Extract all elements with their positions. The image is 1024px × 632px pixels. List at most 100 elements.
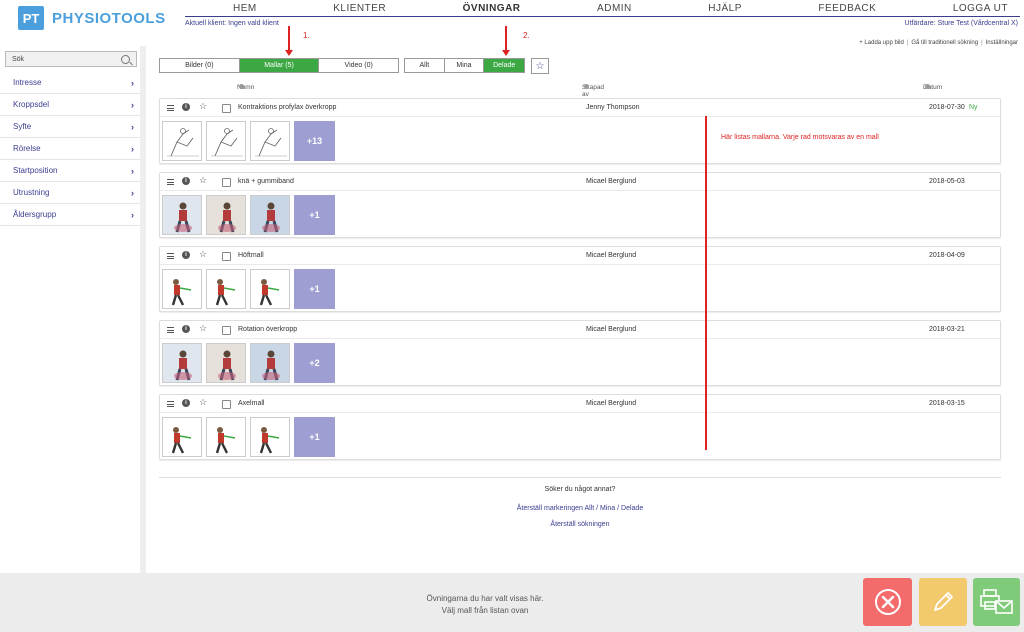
more-exercises-tile[interactable]: +1 — [294, 269, 335, 309]
filter-syfte[interactable]: Syfte › — [0, 116, 140, 138]
exercise-thumbnail[interactable] — [206, 121, 246, 161]
annotation-note: Här listas mallarna. Varje rad motsvaras… — [721, 134, 879, 141]
nav-admin[interactable]: ADMIN — [597, 3, 632, 14]
template-checkbox[interactable] — [222, 400, 231, 409]
upload-image-link[interactable]: + Ladda upp bild — [859, 40, 904, 46]
reset-search-link[interactable]: Återställ sökningen — [159, 521, 1001, 528]
exercise-thumbnail[interactable] — [250, 269, 290, 309]
info-icon[interactable]: i — [182, 325, 190, 333]
more-exercises-tile[interactable]: +1 — [294, 417, 335, 457]
favorite-star-icon[interactable]: ☆ — [199, 101, 207, 112]
favorite-star-icon[interactable]: ☆ — [199, 397, 207, 408]
search-input[interactable]: Sök — [5, 51, 137, 67]
menu-icon[interactable] — [167, 327, 174, 333]
sort-icon — [239, 84, 244, 89]
traditional-search-link[interactable]: Gå till traditionell sökning — [911, 40, 978, 46]
reset-filter-link[interactable]: Återställ markeringen Allt / Mina / Dela… — [159, 505, 1001, 512]
nav-logga-ut[interactable]: LOGGA UT — [953, 3, 1008, 14]
exercise-thumbnail[interactable] — [206, 343, 246, 383]
template-row[interactable]: i ☆ knä + gummiband Micael Berglund 2018-05-… — [159, 172, 1001, 238]
template-checkbox[interactable] — [222, 104, 231, 113]
exercise-thumbnail[interactable] — [250, 417, 290, 457]
menu-icon[interactable] — [167, 401, 174, 407]
filter-label: Åldersgrupp — [13, 210, 57, 219]
template-row-header: i ☆ Höftmall Micael Berglund 2018-04-09 — [160, 247, 1000, 265]
template-creator: Micael Berglund — [586, 326, 637, 333]
nav-ovningar[interactable]: ÖVNINGAR — [463, 3, 521, 14]
clear-selection-button[interactable] — [863, 578, 912, 626]
template-row-header: i ☆ Rotation överkropp Micael Berglund 2018-… — [160, 321, 1000, 339]
exercise-thumbnail[interactable] — [206, 269, 246, 309]
nav-feedback[interactable]: FEEDBACK — [818, 3, 876, 14]
template-name[interactable]: Kontraktions profylax överkropp — [238, 104, 336, 111]
nav-hjalp[interactable]: HJÄLP — [708, 3, 742, 14]
more-exercises-tile[interactable]: +1 — [294, 195, 335, 235]
search-icon[interactable] — [121, 54, 130, 64]
favorite-star-icon[interactable]: ☆ — [199, 323, 207, 334]
filter-aldersgrupp[interactable]: Åldersgrupp › — [0, 204, 140, 226]
edit-program-button[interactable] — [919, 578, 967, 626]
template-row[interactable]: i ☆ Axelmall Micael Berglund 2018-03-15 +1 — [159, 394, 1001, 460]
favorites-star-button[interactable]: ☆ — [531, 58, 549, 74]
template-row[interactable]: i ☆ Kontraktions profylax överkropp Jenny T… — [159, 98, 1001, 164]
filter-kroppsdel[interactable]: Kroppsdel › — [0, 94, 140, 116]
nav-hem[interactable]: HEM — [233, 3, 257, 14]
exercise-thumbnail[interactable] — [162, 269, 202, 309]
exercise-thumbnail[interactable] — [250, 343, 290, 383]
template-row[interactable]: i ☆ Höftmall Micael Berglund 2018-04-09 +1 — [159, 246, 1001, 312]
more-exercises-tile[interactable]: +13 — [294, 121, 335, 161]
favorite-star-icon[interactable]: ☆ — [199, 175, 207, 186]
separator: | — [906, 40, 909, 46]
exercise-render — [207, 270, 245, 308]
more-exercises-tile[interactable]: +2 — [294, 343, 335, 383]
favorite-star-icon[interactable]: ☆ — [199, 249, 207, 260]
tab-mina[interactable]: Mina — [445, 59, 485, 72]
info-icon[interactable]: i — [182, 103, 190, 111]
settings-link[interactable]: Inställningar — [986, 40, 1018, 46]
annotation-number-1: 1. — [303, 31, 310, 40]
current-client[interactable]: Aktuell klient: Ingen vald klient — [185, 20, 279, 27]
exercise-thumbnail[interactable] — [162, 195, 202, 235]
info-icon[interactable]: i — [182, 399, 190, 407]
exercise-thumbnail[interactable] — [162, 121, 202, 161]
filter-label: Startposition — [13, 166, 58, 175]
template-checkbox[interactable] — [222, 252, 231, 261]
tab-allt[interactable]: Allt — [405, 59, 445, 72]
template-row[interactable]: i ☆ Rotation överkropp Micael Berglund 2018-… — [159, 320, 1001, 386]
exercise-thumbnail[interactable] — [206, 195, 246, 235]
filter-rorelse[interactable]: Rörelse › — [0, 138, 140, 160]
template-name[interactable]: Axelmall — [238, 400, 264, 407]
info-icon[interactable]: i — [182, 177, 190, 185]
search-placeholder: Sök — [12, 55, 25, 63]
filter-intresse[interactable]: Intresse › — [0, 72, 140, 94]
template-checkbox[interactable] — [222, 178, 231, 187]
menu-icon[interactable] — [167, 105, 174, 111]
exercise-thumbnail[interactable] — [250, 195, 290, 235]
exercise-thumbnail[interactable] — [206, 417, 246, 457]
filter-startposition[interactable]: Startposition › — [0, 160, 140, 182]
exercise-thumbnail[interactable] — [162, 343, 202, 383]
menu-icon[interactable] — [167, 179, 174, 185]
exercise-thumbnail[interactable] — [162, 417, 202, 457]
print-email-button[interactable] — [973, 578, 1020, 626]
tab-video[interactable]: Video (0) — [319, 59, 398, 72]
exercise-thumbnail[interactable] — [250, 121, 290, 161]
info-icon[interactable]: i — [182, 251, 190, 259]
template-checkbox[interactable] — [222, 326, 231, 335]
template-name[interactable]: knä + gummiband — [238, 178, 294, 185]
filter-utrustning[interactable]: Utrustning › — [0, 182, 140, 204]
tab-mallar[interactable]: Mallar (5) — [239, 59, 320, 72]
nav-klienter[interactable]: KLIENTER — [333, 3, 386, 14]
tab-delade[interactable]: Delade — [484, 59, 524, 72]
template-name[interactable]: Rotation överkropp — [238, 326, 297, 333]
chevron-right-icon: › — [131, 143, 134, 154]
menu-icon[interactable] — [167, 253, 174, 259]
template-creator: Micael Berglund — [586, 400, 637, 407]
tab-bilder[interactable]: Bilder (0) — [160, 59, 240, 72]
thumbnail-strip: +1 — [162, 269, 335, 309]
template-name[interactable]: Höftmall — [238, 252, 264, 259]
annotation-line — [705, 116, 707, 450]
logo[interactable]: PT PHYSIOTOOLS — [18, 6, 166, 30]
template-date: 2018-05-03 — [929, 178, 965, 185]
issuer[interactable]: Utfärdare: Sture Test (Vårdcentral X) — [905, 20, 1018, 27]
